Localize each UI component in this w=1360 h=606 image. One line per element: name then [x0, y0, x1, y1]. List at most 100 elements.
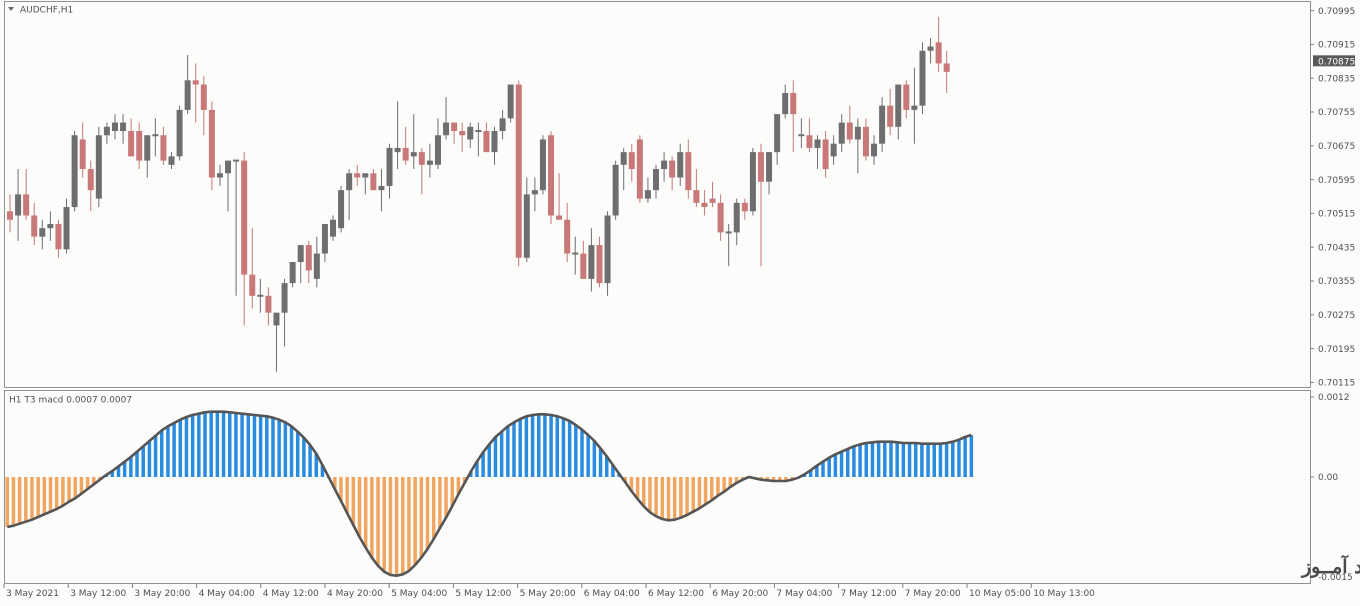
candle-body	[871, 143, 878, 157]
candle-body	[354, 173, 361, 178]
histogram-bar	[166, 426, 170, 477]
time-tick-label: 5 May 04:00	[391, 589, 447, 599]
candle-body	[241, 160, 248, 275]
histogram-bar	[197, 413, 201, 477]
candle-body	[604, 215, 611, 284]
candle-body	[378, 185, 385, 191]
histogram-bar	[444, 477, 448, 518]
candle-body	[548, 135, 555, 216]
candle-body	[741, 202, 748, 212]
histogram-bar	[394, 477, 399, 576]
candle-body	[265, 295, 272, 313]
candle-body	[128, 131, 135, 157]
time-tick-label: 7 May 20:00	[905, 589, 961, 599]
candle-body	[386, 147, 393, 186]
price-tick-label: 0.70115	[1318, 379, 1355, 389]
histogram-bar	[184, 417, 189, 477]
histogram-bar	[413, 477, 417, 565]
histogram-bar	[289, 426, 294, 477]
histogram-bar	[524, 416, 529, 477]
candle-body	[111, 122, 118, 132]
candle-body	[370, 173, 377, 191]
histogram-bar	[382, 477, 386, 572]
candle-body	[55, 223, 62, 250]
histogram-bar	[5, 477, 9, 527]
time-tick-label: 6 May 12:00	[648, 589, 704, 599]
price-tick-label: 0.70995	[1318, 7, 1355, 17]
candle-body	[451, 122, 458, 132]
chart-canvas: 0.70995 0.70915 0.70835 0.70755 0.70675 0.705…	[3, 1, 1360, 599]
time-tick-label: 5 May 20:00	[520, 589, 576, 599]
macd-histogram	[5, 410, 974, 578]
candle-body	[531, 190, 538, 195]
histogram-bar	[438, 477, 442, 529]
candle-body	[733, 202, 740, 233]
time-tick-label: 7 May 12:00	[841, 589, 897, 599]
candle-body	[927, 46, 934, 51]
time-tick-label: 10 May 13:00	[1033, 589, 1095, 599]
price-tick-label: 0.70915	[1318, 41, 1355, 51]
histogram-bar	[536, 414, 541, 477]
histogram-bar	[419, 477, 424, 558]
candle-body	[192, 80, 199, 85]
candle-body	[273, 312, 280, 326]
candle-body	[766, 152, 773, 182]
time-tick-label: 3 May 2021	[6, 589, 59, 599]
candle-body	[249, 274, 256, 296]
histogram-bar	[17, 477, 22, 524]
candle-body	[588, 245, 595, 279]
histogram-bar	[190, 415, 195, 477]
histogram-bar	[963, 437, 967, 477]
candle-body	[281, 283, 288, 313]
candle-body	[539, 139, 546, 191]
histogram-bar	[54, 477, 59, 509]
histogram-bar	[920, 443, 924, 477]
candle-body	[895, 84, 902, 127]
time-tick-label: 6 May 20:00	[712, 589, 768, 599]
candle-body	[467, 126, 474, 140]
histogram-bar	[685, 477, 689, 515]
price-tick-label: 0.70515	[1318, 210, 1355, 220]
candle-body	[418, 152, 425, 165]
candle-body	[491, 131, 498, 153]
histogram-bar	[530, 415, 535, 477]
histogram-bar	[574, 425, 578, 477]
candle-body	[39, 228, 46, 237]
price-tick-label: 0.70755	[1318, 108, 1355, 118]
histogram-bar	[24, 477, 28, 522]
histogram-bar	[48, 477, 53, 512]
candle-body	[338, 190, 345, 229]
candle-body	[330, 219, 336, 237]
chart-menu-dropdown-icon[interactable]	[8, 7, 14, 11]
candle-body	[23, 194, 30, 216]
histogram-bar	[586, 435, 590, 477]
candle-body	[814, 139, 821, 148]
candle-body	[507, 84, 514, 119]
histogram-bar	[67, 477, 71, 502]
candle-body	[120, 122, 127, 132]
candle-body	[443, 122, 450, 136]
candle-body	[297, 245, 304, 262]
histogram-bar	[345, 477, 349, 513]
current-price-label: 0.70875	[1318, 58, 1355, 68]
candle-body	[846, 122, 853, 140]
candle-body	[499, 118, 506, 132]
candle-body	[168, 156, 175, 165]
candle-body	[806, 135, 813, 148]
histogram-bar	[499, 431, 504, 477]
candle-body	[410, 152, 417, 157]
histogram-bar	[209, 411, 213, 477]
histogram-bar	[833, 454, 838, 477]
histogram-bar	[240, 413, 244, 477]
candle-body	[475, 130, 482, 133]
price-tick-label: 0.70835	[1318, 74, 1355, 84]
candle-body	[63, 207, 70, 250]
price-panel-frame	[4, 1, 1311, 388]
candle-body	[838, 122, 845, 144]
candle-body	[233, 159, 240, 162]
histogram-bar	[895, 442, 899, 477]
candle-body	[935, 42, 942, 64]
histogram-bar	[357, 477, 362, 537]
candle-body	[394, 147, 401, 153]
histogram-bar	[135, 451, 139, 477]
